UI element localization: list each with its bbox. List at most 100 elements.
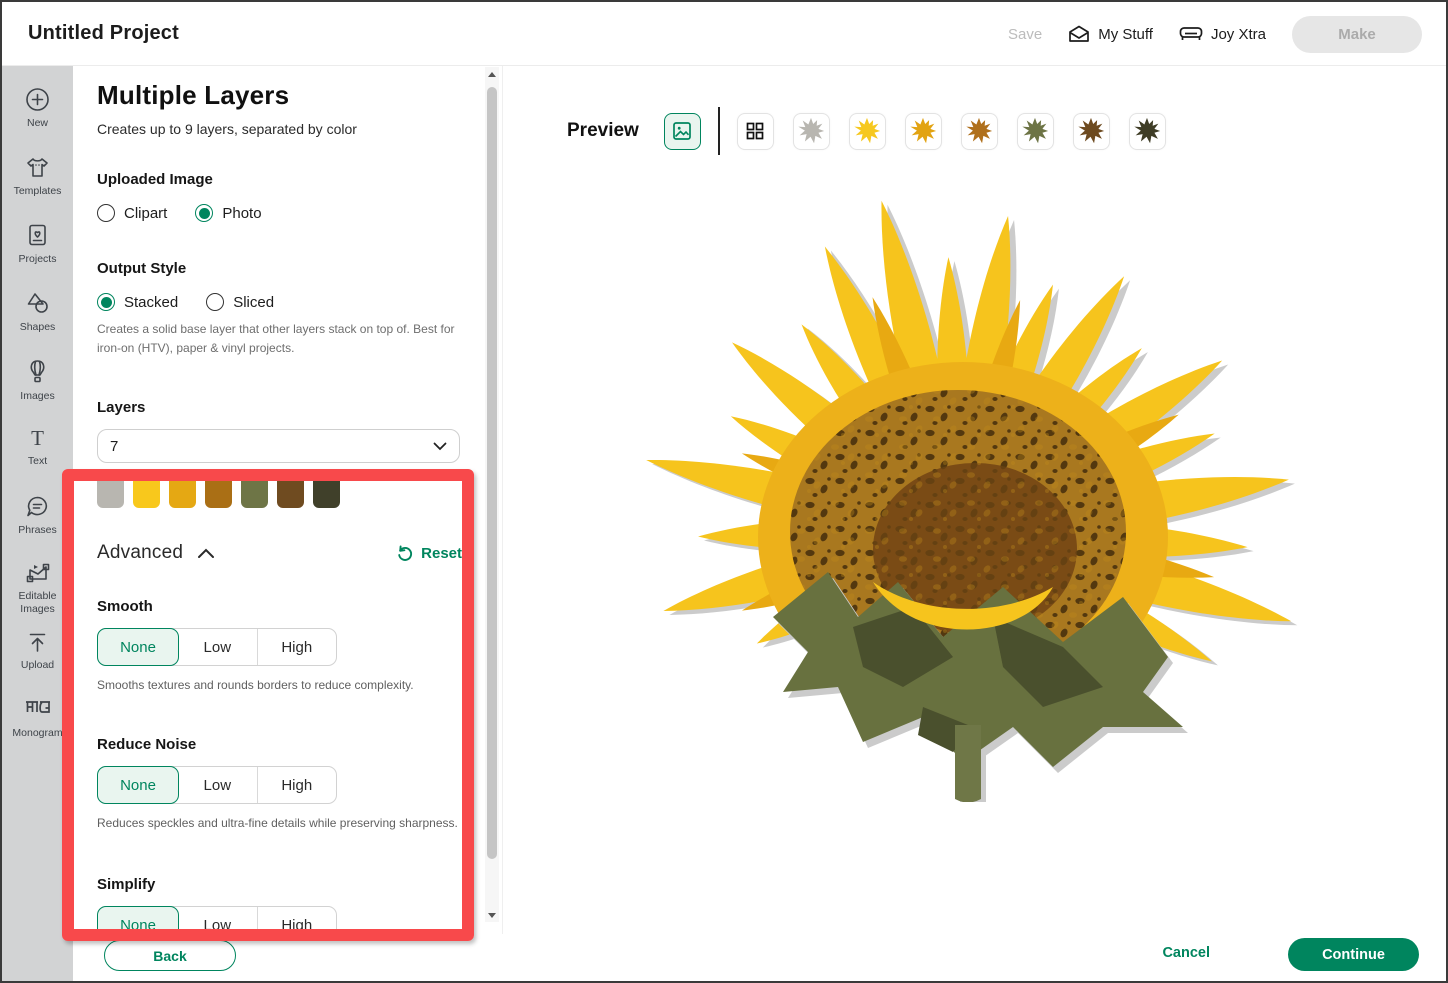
text-icon: T [25, 426, 50, 451]
my-stuff-label: My Stuff [1098, 26, 1153, 43]
radio-sliced[interactable]: Sliced [206, 293, 274, 311]
image-icon [672, 121, 692, 141]
sidebar-item-new[interactable]: New [2, 80, 73, 148]
make-button[interactable]: Make [1292, 16, 1422, 53]
sidebar-item-text[interactable]: T Text [2, 420, 73, 488]
continue-button[interactable]: Continue [1288, 938, 1419, 971]
advanced-section-label: Advanced [97, 542, 183, 564]
layer-swatch-4[interactable] [205, 474, 232, 508]
uploaded-image-label: Uploaded Image [97, 171, 462, 188]
layer-thumbnail-6[interactable] [1073, 113, 1110, 150]
balloon-icon [25, 358, 50, 386]
sidebar-item-phrases[interactable]: Phrases [2, 488, 73, 556]
machine-label: Joy Xtra [1211, 26, 1266, 43]
reduce-noise-high-button[interactable]: High [258, 767, 336, 803]
footer-bar: Back Cancel Continue [73, 934, 1448, 983]
scrollbar-down-arrow[interactable] [485, 908, 499, 922]
monogram-icon [23, 698, 53, 723]
uploaded-image-radio-group: Clipart Photo [97, 204, 462, 222]
upload-arrow-icon [25, 630, 50, 655]
scrollbar-thumb[interactable] [487, 87, 497, 859]
smooth-description: Smooths textures and rounds borders to r… [97, 678, 462, 692]
phrases-bubble-icon [24, 494, 51, 520]
layer-swatch-5[interactable] [241, 474, 268, 508]
shapes-icon [24, 290, 51, 317]
layer-thumbnail-7[interactable] [1129, 113, 1166, 150]
smooth-none-button[interactable]: None [97, 628, 179, 666]
sidebar-item-shapes[interactable]: Shapes [2, 284, 73, 352]
new-plus-icon [24, 86, 51, 113]
editable-images-icon [24, 562, 52, 586]
machine-selector-button[interactable]: Joy Xtra [1179, 26, 1266, 43]
preview-all-layers-button[interactable] [737, 113, 774, 150]
layer-thumbnail-5[interactable] [1017, 113, 1054, 150]
chevron-down-icon [433, 442, 447, 451]
sidebar-item-templates[interactable]: Templates [2, 148, 73, 216]
my-stuff-button[interactable]: My Stuff [1068, 25, 1153, 43]
output-style-label: Output Style [97, 260, 462, 277]
output-style-radio-group: Stacked Sliced [97, 293, 462, 311]
layer-4-splat-icon [965, 117, 993, 145]
panel-scrollbar[interactable] [485, 67, 499, 922]
radio-photo[interactable]: Photo [195, 204, 261, 222]
layer-5-splat-icon [1021, 117, 1049, 145]
preview-label: Preview [567, 120, 639, 142]
sidebar-item-images[interactable]: Images [2, 352, 73, 420]
panel-title: Multiple Layers [97, 80, 462, 111]
layer-swatch-2[interactable] [133, 474, 160, 508]
radio-clipart-circle[interactable] [97, 204, 115, 222]
preview-full-image-button[interactable] [664, 113, 701, 150]
reduce-noise-label: Reduce Noise [97, 736, 462, 753]
layer-swatch-6[interactable] [277, 474, 304, 508]
layer-swatch-7[interactable] [313, 474, 340, 508]
layer-1-splat-icon [797, 117, 825, 145]
project-title: Untitled Project [28, 22, 179, 45]
reset-button[interactable]: Reset [396, 544, 462, 562]
smooth-low-button[interactable]: Low [178, 629, 257, 665]
project-card-icon [25, 222, 50, 249]
reset-undo-icon [396, 544, 414, 562]
sidebar-item-projects[interactable]: Projects [2, 216, 73, 284]
layer-thumbnail-3[interactable] [905, 113, 942, 150]
layers-label: Layers [97, 399, 462, 416]
back-button[interactable]: Back [104, 940, 236, 971]
layer-2-splat-icon [853, 117, 881, 145]
cancel-button[interactable]: Cancel [1162, 945, 1210, 961]
sidebar-item-upload[interactable]: Upload [2, 624, 73, 692]
preview-toolbar-divider [718, 107, 720, 155]
layer-swatches [97, 474, 462, 508]
sidebar-item-monogram[interactable]: Monogram [2, 692, 73, 760]
scrollbar-up-arrow[interactable] [485, 67, 499, 81]
save-button[interactable]: Save [1008, 26, 1042, 43]
radio-sliced-circle[interactable] [206, 293, 224, 311]
smooth-segmented-control: None Low High [97, 628, 337, 666]
reduce-noise-low-button[interactable]: Low [178, 767, 257, 803]
smooth-label: Smooth [97, 598, 462, 615]
smooth-high-button[interactable]: High [258, 629, 336, 665]
layer-thumbnail-1[interactable] [793, 113, 830, 150]
sidebar-item-editable-images[interactable]: Editable Images [2, 556, 73, 624]
grid-icon [745, 121, 765, 141]
layer-swatch-1[interactable] [97, 474, 124, 508]
reduce-noise-none-button[interactable]: None [97, 766, 179, 804]
radio-clipart[interactable]: Clipart [97, 204, 167, 222]
panel-subtitle: Creates up to 9 layers, separated by col… [97, 121, 462, 137]
layer-thumbnail-2[interactable] [849, 113, 886, 150]
layers-count-select[interactable]: 7 [97, 429, 460, 463]
inbox-icon [1068, 25, 1090, 43]
layers-count-value: 7 [110, 438, 118, 455]
preview-area: Preview [502, 66, 1448, 934]
layer-swatch-3[interactable] [169, 474, 196, 508]
layer-6-splat-icon [1077, 117, 1105, 145]
radio-photo-circle[interactable] [195, 204, 213, 222]
layer-7-splat-icon [1133, 117, 1161, 145]
layer-3-splat-icon [909, 117, 937, 145]
chevron-up-icon[interactable] [197, 548, 215, 559]
radio-stacked-circle[interactable] [97, 293, 115, 311]
radio-stacked[interactable]: Stacked [97, 293, 178, 311]
options-panel: Multiple Layers Creates up to 9 layers, … [73, 66, 502, 934]
layer-thumbnail-4[interactable] [961, 113, 998, 150]
machine-icon [1179, 26, 1203, 42]
output-style-description: Creates a solid base layer that other la… [97, 320, 462, 357]
reduce-noise-description: Reduces speckles and ultra-fine details … [97, 816, 462, 830]
